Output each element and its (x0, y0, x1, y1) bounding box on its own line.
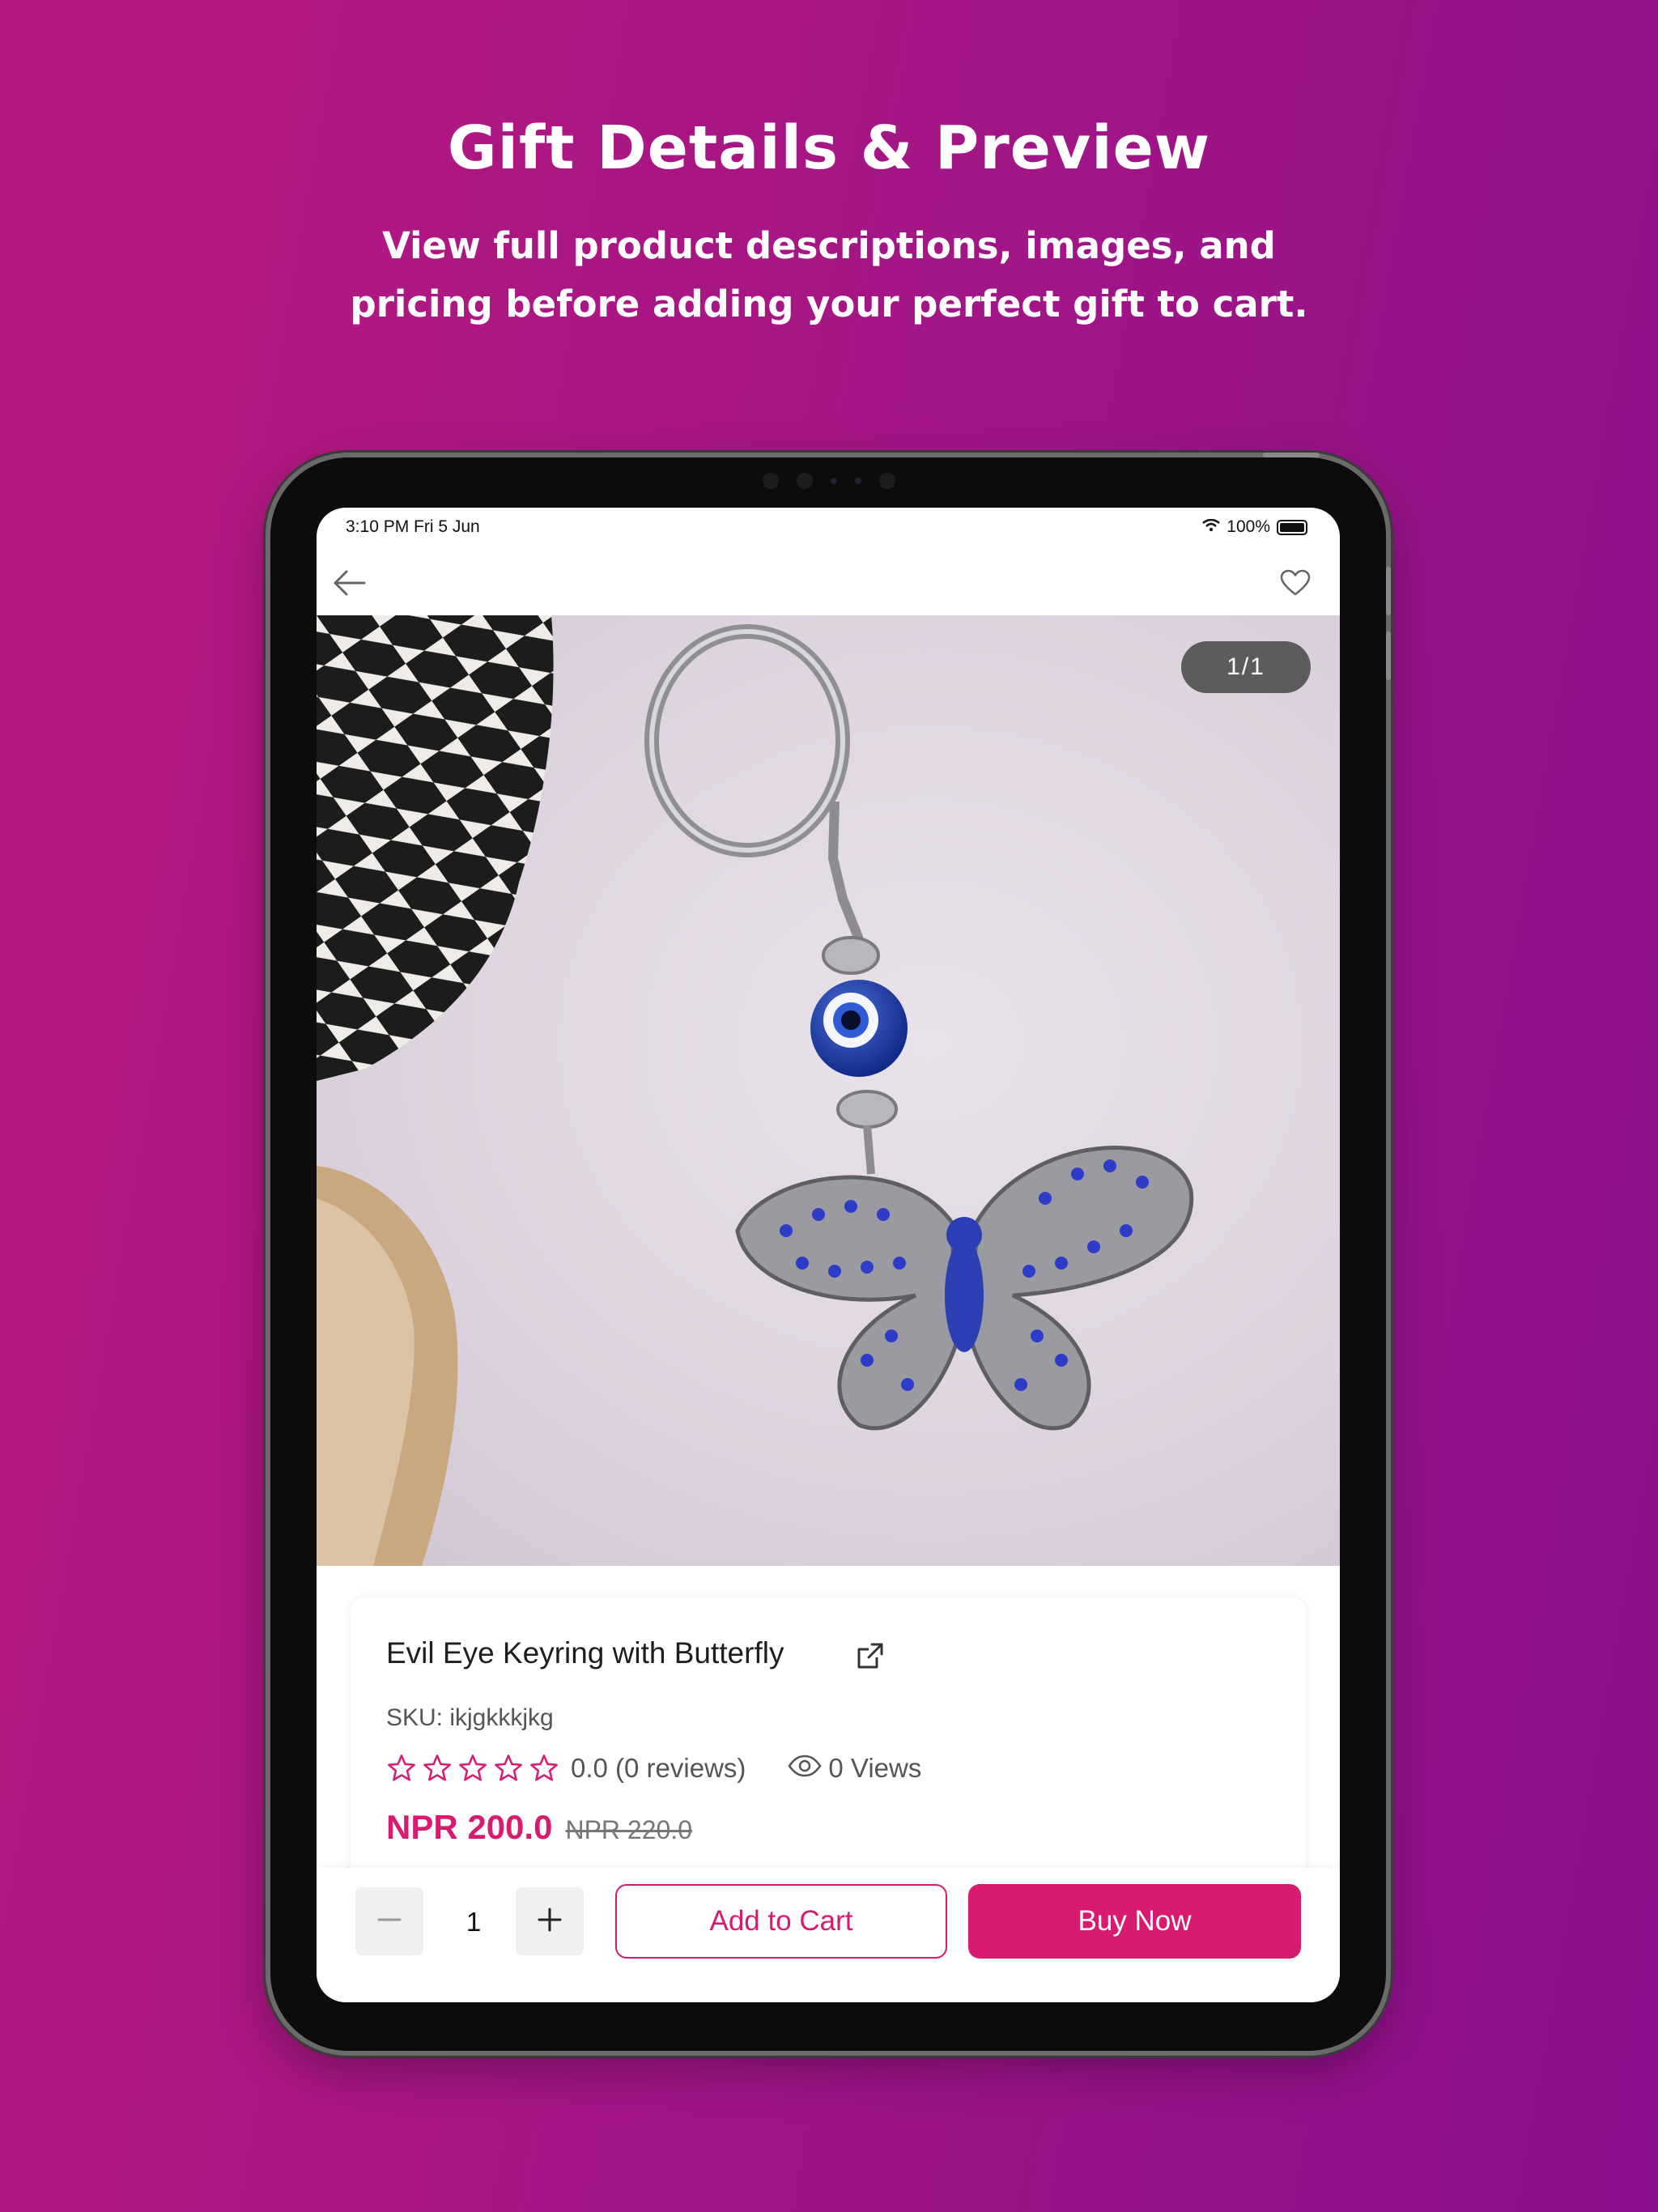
sensor-dot (797, 473, 813, 489)
cart-action-bar: 1 Add to Cart Buy Now (317, 1868, 1340, 2002)
keyring-illustration (317, 615, 1194, 1566)
image-counter: 1/1 (1181, 641, 1311, 693)
original-price: NPR 220.0 (565, 1815, 692, 1844)
plus-icon (536, 1906, 563, 1938)
hero-subtitle: View full product descriptions, images, … (343, 217, 1315, 334)
current-price: NPR 200.0 (386, 1808, 553, 1846)
battery-percent: 100% (1226, 517, 1270, 536)
camera-bar (748, 469, 910, 493)
favorite-button[interactable] (1275, 566, 1316, 603)
star-outline-icon (423, 1755, 451, 1781)
status-indicators: 100% (1202, 517, 1307, 537)
arrow-left-icon (332, 568, 368, 602)
volume-up-button (1386, 567, 1391, 615)
hero-title: Gift Details & Preview (447, 113, 1211, 183)
status-time: 3:10 PM Fri 5 Jun (346, 517, 480, 536)
product-title: Evil Eye Keyring with Butterfly (386, 1636, 784, 1670)
rating-row: 0.0 (0 reviews) 0 Views (386, 1753, 921, 1784)
buy-now-button[interactable]: Buy Now (968, 1884, 1301, 1959)
camera-lens (831, 478, 837, 484)
price-row: NPR 200.0 NPR 220.0 (386, 1808, 692, 1847)
sensor-dot (763, 473, 779, 489)
views-text: 0 Views (828, 1753, 922, 1783)
decrease-quantity-button[interactable] (355, 1887, 423, 1955)
add-to-cart-button[interactable]: Add to Cart (615, 1884, 947, 1959)
hero-subtitle-line-2: pricing before adding your perfect gift … (350, 283, 1308, 325)
star-rating (386, 1754, 559, 1783)
volume-down-button (1386, 632, 1391, 680)
external-link-icon (854, 1643, 886, 1675)
sensor-dot (879, 473, 895, 489)
product-info-card: Evil Eye Keyring with Butterfly SKU: ikj… (351, 1597, 1306, 1889)
nav-bar (317, 553, 1340, 615)
star-outline-icon (530, 1755, 558, 1781)
star-outline-icon (495, 1755, 522, 1781)
increase-quantity-button[interactable] (516, 1887, 584, 1955)
top-button (1263, 453, 1320, 457)
back-button[interactable] (328, 564, 372, 605)
eye-icon (788, 1753, 822, 1784)
rating-text: 0.0 (0 reviews) (571, 1753, 746, 1783)
heart-outline-icon (1280, 569, 1311, 601)
hero-subtitle-line-1: View full product descriptions, images, … (382, 224, 1276, 267)
views-count: 0 Views (788, 1753, 921, 1784)
share-button[interactable] (854, 1640, 886, 1676)
sensor-dot (855, 478, 861, 484)
quantity-value: 1 (466, 1907, 482, 1937)
star-outline-icon (459, 1755, 487, 1781)
minus-icon (376, 1906, 403, 1938)
wifi-icon (1202, 517, 1221, 537)
status-bar: 3:10 PM Fri 5 Jun 100% (317, 508, 1340, 553)
star-outline-icon (388, 1755, 415, 1781)
app-screen: 3:10 PM Fri 5 Jun 100% 1/1 Evil Eye Keyr… (317, 508, 1340, 2002)
product-image[interactable]: 1/1 (317, 615, 1340, 1566)
battery-icon (1277, 519, 1307, 535)
product-sku: SKU: ikjgkkkjkg (386, 1704, 554, 1731)
